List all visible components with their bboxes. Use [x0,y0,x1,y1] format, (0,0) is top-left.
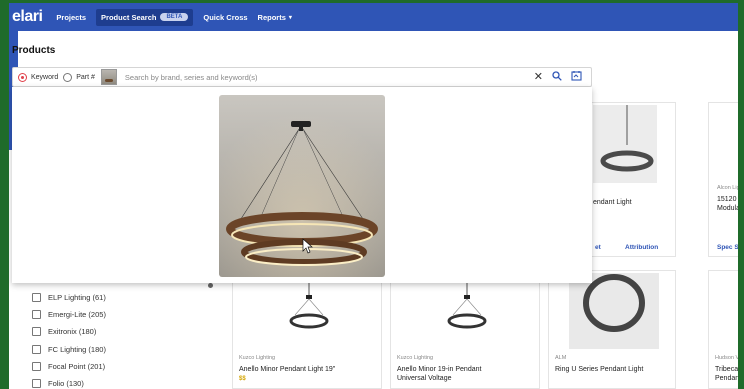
spec-sheet-link[interactable]: et [595,244,601,251]
product-brand: Kuzco Lighting [239,355,276,361]
filter-label: FC Lighting (180) [48,345,106,354]
page-title: Products [12,45,56,56]
filter-item[interactable]: Emergi-Lite (205) [32,310,106,319]
pendant-image [447,281,487,329]
nav-quick-cross[interactable]: Quick Cross [203,13,247,22]
nav-projects[interactable]: Projects [56,13,86,22]
pendant-image [289,281,329,329]
checkbox[interactable] [32,327,41,336]
product-name-line1: Tribeca [715,366,739,373]
nav-reports[interactable]: Reports ▾ [258,13,292,22]
filter-item[interactable]: FC Lighting (180) [32,345,106,354]
chevron-down-icon: ▾ [288,14,292,21]
nav-quick-cross-label: Quick Cross [203,12,248,22]
spec-sheet-link[interactable]: Spec S [717,244,739,251]
nav-projects-label: Projects [56,12,87,22]
filter-label: Exitronix (180) [48,327,97,336]
price-indicator: $$ [239,376,246,382]
product-image [593,105,657,183]
product-image [431,281,501,341]
uploaded-pendant-photo [219,95,385,277]
part-number-radio-label[interactable]: Part # [76,74,95,81]
checkbox[interactable] [32,362,41,371]
product-image [569,273,659,349]
filter-item[interactable]: Exitronix (180) [32,327,96,336]
filter-label: Focal Point (201) [48,362,106,371]
search-icon[interactable] [552,70,562,84]
checkbox[interactable] [32,310,41,319]
image-upload-icon[interactable] [571,70,582,84]
product-name-line1: Anello Minor 19-in Pendant [397,366,482,373]
product-brand: Alcon Lig [717,185,740,191]
product-brand: Kuzco Lighting [397,355,434,361]
nav-product-search[interactable]: Product Search BETA [96,8,194,26]
keyword-radio-label[interactable]: Keyword [31,74,58,81]
filter-item[interactable]: ELP Lighting (61) [32,293,106,302]
attribution-link[interactable]: Attribution [625,244,658,251]
keyword-radio[interactable] [18,72,27,82]
clear-icon[interactable]: ✕ [534,71,543,83]
product-brand: Hudson V [715,355,740,361]
screen-share-frame-left [0,0,9,389]
filter-label: ELP Lighting (61) [48,293,106,302]
filter-label: Emergi-Lite (205) [48,310,106,319]
image-search-thumbnail[interactable] [100,69,117,85]
checkbox[interactable] [32,345,41,354]
product-name: Anello Minor Pendant Light 19" [239,366,336,373]
screen-share-frame-right [738,0,744,389]
product-name: Ring U Series Pendant Light [555,366,644,373]
ring-pendant-image [583,274,645,332]
product-name: endant Light [593,199,632,206]
checkbox[interactable] [32,379,41,388]
product-card[interactable]: Kuzco Lighting Anello Minor Pendant Ligh… [232,270,382,389]
filter-label: Folio (130) [48,379,84,388]
pendant-light-photo [219,95,385,277]
product-name-line2: Universal Voltage [397,375,452,382]
product-card[interactable]: ALM Ring U Series Pendant Light [548,270,676,389]
product-search-bar: Keyword Part # ✕ [12,67,592,87]
product-brand: ALM [555,355,567,361]
nav-product-search-label: Product Search [101,12,157,22]
product-card[interactable]: Kuzco Lighting Anello Minor 19-in Pendan… [390,270,540,389]
search-input[interactable] [124,72,534,82]
nav-reports-label: Reports [257,12,286,22]
app-logo[interactable]: elari [12,8,43,26]
part-number-radio[interactable] [63,72,73,82]
product-image [273,281,343,341]
panel-resize-handle[interactable] [208,283,213,288]
screen-share-frame-top [0,0,744,3]
top-nav: elari Projects Product Search BETA Quick… [0,3,744,31]
checkbox[interactable] [32,293,41,302]
filter-item[interactable]: Folio (130) [32,379,84,388]
image-search-preview [12,87,592,283]
beta-badge: BETA [160,13,189,21]
ring-pendant-image [600,105,654,172]
filter-item[interactable]: Focal Point (201) [32,362,105,371]
